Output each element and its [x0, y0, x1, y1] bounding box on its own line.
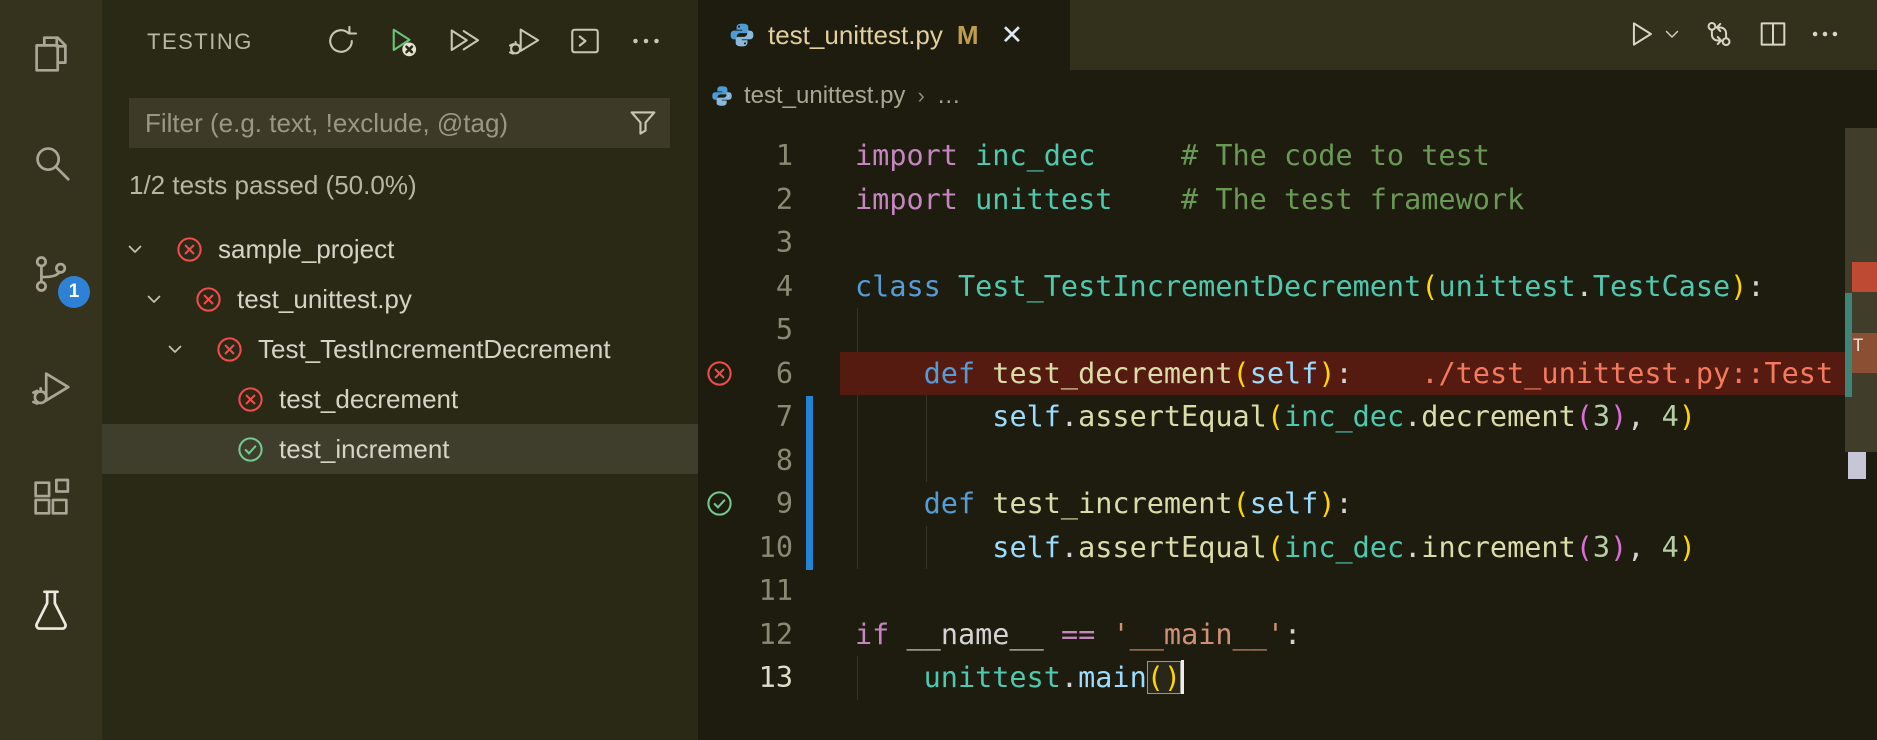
test-fail-icon [235, 384, 266, 415]
test-fail-gutter-icon[interactable] [704, 358, 735, 389]
code-line: self.assertEqual(inc_dec.decrement(3), 4… [855, 395, 1696, 439]
text-cursor [1181, 660, 1184, 694]
line-number: 7 [742, 395, 793, 439]
editor-tab-bar: test_unittest.py M ✕ [698, 0, 1877, 70]
chevron-down-icon[interactable] [1659, 22, 1685, 46]
test-fail-icon [214, 334, 245, 365]
code-line: import unittest # The test framework [855, 178, 1524, 222]
breadcrumb-file[interactable]: test_unittest.py [744, 82, 905, 110]
sidebar-item-testing[interactable] [0, 566, 102, 658]
breadcrumb-symbol[interactable]: … [937, 82, 961, 110]
split-editor-icon[interactable] [1755, 17, 1791, 51]
output-terminal-icon[interactable] [566, 22, 604, 60]
run-and-debug-icon [28, 365, 74, 416]
panel-title: TESTING [147, 29, 253, 55]
line-number: 10 [742, 526, 793, 570]
rerun-failed-icon[interactable] [383, 22, 421, 60]
line-number: 13 [742, 656, 793, 700]
test-tree: sample_project test_unittest.py Test_Tes… [102, 224, 698, 474]
close-icon[interactable]: ✕ [1001, 20, 1024, 51]
minimap[interactable]: T [1845, 128, 1877, 452]
indent-guide [857, 439, 858, 483]
test-status-text: 1/2 tests passed (50.0%) [129, 170, 417, 201]
line-number: 4 [742, 265, 793, 309]
line-number: 2 [742, 178, 793, 222]
open-changes-icon[interactable] [1701, 17, 1737, 51]
code-line: def test_increment(self): [855, 482, 1353, 526]
line-number: 11 [742, 569, 793, 613]
testing-panel: TESTING [102, 0, 698, 740]
sidebar-item-source-control[interactable]: 1 [0, 230, 102, 322]
indent-guide [926, 439, 927, 483]
code-line: import inc_dec # The code to test [855, 134, 1490, 178]
line-number: 8 [742, 439, 793, 483]
funnel-icon[interactable] [626, 106, 660, 140]
test-tree-row[interactable]: Test_TestIncrementDecrement [102, 324, 698, 374]
debug-tests-icon[interactable] [505, 22, 543, 60]
panel-toolbar [322, 22, 665, 60]
line-number: 5 [742, 308, 793, 352]
sidebar-item-run-debug[interactable] [0, 344, 102, 436]
breadcrumb[interactable]: test_unittest.py › … [710, 82, 961, 110]
sidebar-item-search[interactable] [0, 118, 102, 210]
chevron-down-icon[interactable] [142, 287, 166, 311]
test-fail-icon [193, 284, 224, 315]
test-tree-row[interactable]: test_unittest.py [102, 274, 698, 324]
modified-lines-gutter-bar [806, 396, 813, 570]
breadcrumb-separator: › [917, 83, 924, 109]
vscode-window: 1 TESTING [0, 0, 1877, 740]
line-number: 6 [742, 352, 793, 396]
tab-label: test_unittest.py [768, 20, 943, 51]
search-icon [28, 139, 74, 190]
editor-actions [1623, 17, 1843, 51]
line-number: 1 [742, 134, 793, 178]
run-all-icon[interactable] [444, 22, 482, 60]
python-icon [710, 84, 734, 108]
run-file-icon[interactable] [1623, 17, 1659, 51]
test-pass-gutter-icon[interactable] [704, 488, 735, 519]
test-tree-row[interactable]: sample_project [102, 224, 698, 274]
code-line: class Test_TestIncrementDecrement(unitte… [855, 265, 1765, 309]
explorer-icon [28, 31, 74, 82]
test-pass-icon [235, 434, 266, 465]
chevron-down-icon[interactable] [123, 237, 147, 261]
code-line: unittest.main() [855, 656, 1184, 700]
python-icon [728, 21, 756, 49]
refresh-icon[interactable] [322, 22, 360, 60]
more-actions-icon[interactable] [1807, 17, 1843, 51]
testing-beaker-icon [28, 587, 74, 638]
line-number: 9 [742, 482, 793, 526]
line-number: 3 [742, 221, 793, 265]
minimap-text: T [1853, 336, 1863, 356]
code-line: if __name__ == '__main__': [855, 613, 1301, 657]
test-filter-input[interactable] [129, 108, 626, 139]
code-line: def test_decrement(self): ./test_unittes… [855, 352, 1833, 396]
indent-guide [857, 308, 858, 352]
activity-bar: 1 [0, 0, 102, 740]
test-filter-box [129, 98, 670, 148]
tab-test-unittest[interactable]: test_unittest.py M ✕ [698, 0, 1070, 70]
source-control-badge: 1 [58, 276, 90, 308]
test-tree-row[interactable]: test_increment [102, 424, 698, 474]
modified-badge: M [957, 20, 979, 51]
test-tree-row[interactable]: test_decrement [102, 374, 698, 424]
test-fail-icon [174, 234, 205, 265]
sidebar-item-extensions[interactable] [0, 454, 102, 546]
chevron-down-icon[interactable] [163, 337, 187, 361]
code-editor[interactable]: 1 import inc_dec # The code to test 2 impor… [698, 134, 1877, 700]
more-actions-icon[interactable] [627, 22, 665, 60]
line-number: 12 [742, 613, 793, 657]
sidebar-item-explorer[interactable] [0, 10, 102, 102]
extensions-icon [28, 475, 74, 526]
code-line: self.assertEqual(inc_dec.increment(3), 4… [855, 526, 1696, 570]
editor-group: test_unittest.py M ✕ [698, 0, 1877, 740]
